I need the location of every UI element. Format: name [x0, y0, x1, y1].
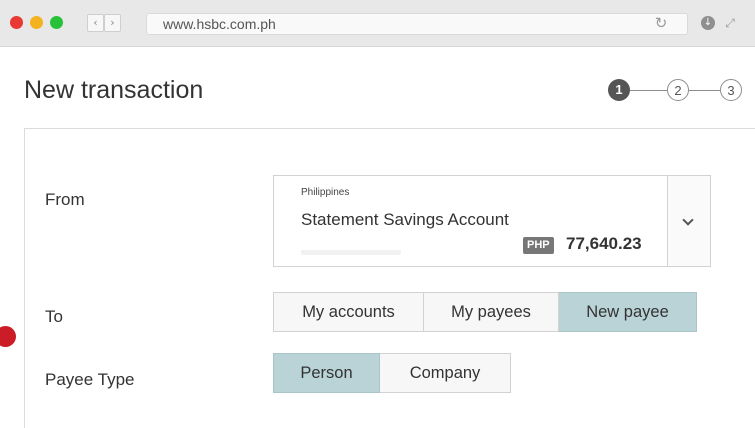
currency-badge: PHP [523, 237, 554, 254]
to-label: To [45, 307, 63, 326]
step-connector [689, 90, 720, 91]
account-country: Philippines [301, 187, 350, 198]
progress-stepper: 1 2 3 [608, 79, 743, 103]
highlight-marker [0, 326, 16, 347]
step-2-indicator: 2 [667, 79, 689, 101]
download-icon[interactable]: ↓ [701, 16, 715, 30]
step-3-indicator: 3 [720, 79, 742, 101]
browser-toolbar: ‹ › www.hsbc.com.ph ↻ ↓ ⤢ [0, 0, 755, 47]
chevron-right-icon[interactable]: › [104, 14, 121, 32]
step-connector [630, 90, 667, 91]
chevron-down-icon [682, 214, 694, 226]
chevron-left-icon[interactable]: ‹ [87, 14, 104, 32]
from-label: From [45, 190, 85, 209]
close-window-button[interactable] [10, 16, 23, 29]
from-account-select[interactable]: Philippines Statement Savings Account PH… [273, 175, 711, 267]
my-payees-option[interactable]: My payees [424, 292, 559, 332]
to-segmented-control: My accounts My payees New payee [273, 292, 697, 332]
step-1-indicator: 1 [608, 79, 630, 101]
company-option[interactable]: Company [380, 353, 511, 393]
person-option[interactable]: Person [273, 353, 380, 393]
expand-icon[interactable]: ⤢ [722, 15, 738, 31]
account-number-placeholder [301, 250, 401, 255]
page-title: New transaction [24, 76, 204, 104]
my-accounts-option[interactable]: My accounts [273, 292, 424, 332]
new-payee-option[interactable]: New payee [559, 292, 697, 332]
payee-type-segmented-control: Person Company [273, 353, 511, 393]
payee-type-label: Payee Type [45, 370, 135, 389]
minimize-window-button[interactable] [30, 16, 43, 29]
address-bar[interactable]: www.hsbc.com.ph [146, 13, 688, 35]
account-balance: 77,640.23 [566, 234, 642, 253]
reload-icon[interactable]: ↻ [652, 14, 670, 32]
account-dropdown-toggle[interactable] [667, 176, 710, 266]
maximize-window-button[interactable] [50, 16, 63, 29]
url-text: www.hsbc.com.ph [163, 16, 276, 32]
account-name: Statement Savings Account [301, 210, 509, 229]
